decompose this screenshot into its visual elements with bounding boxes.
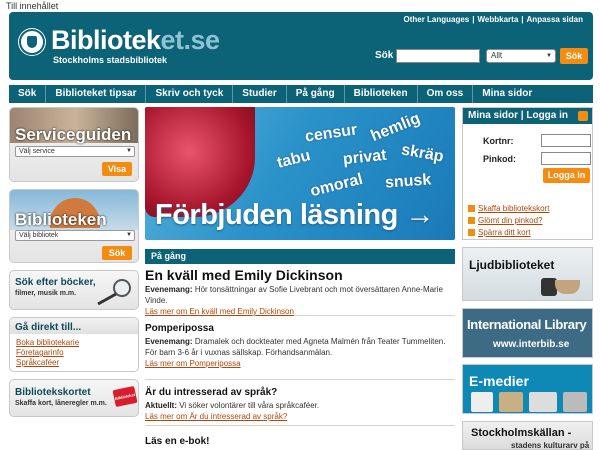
search-button[interactable]: Sök xyxy=(560,48,588,64)
sok-bocker-title: Sök efter böcker, xyxy=(15,277,96,288)
news-title[interactable]: Läs en e-bok! xyxy=(145,435,455,449)
ljud-title: Ljudbiblioteket xyxy=(469,258,555,272)
top-links: Other Languages | Webbkarta | Anpassa sidan xyxy=(403,15,583,24)
bibliotekskortet-box[interactable]: Bibliotekskortet Skaffa kort, låneregler… xyxy=(9,379,139,417)
nav-skriv-och-tyck[interactable]: Skriv och tyck xyxy=(146,85,234,103)
other-languages-link[interactable]: Other Languages xyxy=(403,15,469,24)
pin-label: Pinkod: xyxy=(483,154,516,164)
stk-title: Stockholmskällan - xyxy=(471,427,572,439)
nav-biblioteket-tipsar[interactable]: Biblioteket tipsar xyxy=(46,85,147,103)
card-number-label: Kortnr: xyxy=(483,136,514,146)
bibliotek-sok-button[interactable]: Sök xyxy=(102,246,132,260)
news-title[interactable]: Är du intresserad av språk? xyxy=(145,386,455,400)
pa-gang-heading: På gång xyxy=(145,249,455,264)
ga-direkt-title: Gå direkt till... xyxy=(15,322,82,333)
news-item: Pomperipossa Evenemang: Dramalek och doc… xyxy=(145,322,455,380)
chevron-down-icon: ▼ xyxy=(546,53,552,59)
banner-headline: Förbjuden läsning → xyxy=(155,199,434,231)
skip-to-content-link[interactable]: Till innehållet xyxy=(6,1,58,11)
news-title[interactable]: Pomperipossa xyxy=(145,322,455,336)
site-logo[interactable]: Biblioteket.se xyxy=(51,26,220,54)
webbkarta-link[interactable]: Webbkarta xyxy=(478,15,519,24)
news-read-more-link[interactable]: Läs mer om Pomperipossa xyxy=(145,359,241,368)
bibliotekskortet-title: Bibliotekskortet xyxy=(15,387,91,398)
news-read-more-link[interactable]: Läs mer om En kväll med Emily Dickinson xyxy=(145,307,294,316)
sprakcafeer-link[interactable]: Språkcaféer xyxy=(16,358,59,367)
search-scope-select[interactable]: Allt ▼ xyxy=(486,49,556,63)
cup-icon xyxy=(555,280,580,294)
intl-url: www.interbib.se xyxy=(493,339,570,350)
site-header: Other Languages | Webbkarta | Anpassa sidan … xyxy=(9,12,593,80)
service-select[interactable]: Välj service ▼ xyxy=(15,146,135,157)
pin-input[interactable] xyxy=(541,152,591,165)
nav-studier[interactable]: Studier xyxy=(233,85,287,103)
sok-bocker-box[interactable]: Sök efter böcker, filmer, musik m.m. xyxy=(9,270,139,310)
visa-button[interactable]: Visa xyxy=(102,162,132,176)
login-link[interactable]: Skaffa bibliotekskort xyxy=(468,204,549,213)
serviceguiden-box: Serviceguiden Välj service ▼ Visa xyxy=(9,107,139,182)
laptop-icon xyxy=(563,392,587,412)
serviceguiden-title: Serviceguiden xyxy=(15,125,132,144)
login-link[interactable]: Spärra ditt kort xyxy=(468,228,530,237)
main-nav: Sök Biblioteket tipsar Skriv och tyck St… xyxy=(9,85,593,103)
news-item: Är du intresserad av språk? Aktuellt: Vi… xyxy=(145,386,455,426)
biblioteken-box: Biblioteken Välj bibliotek ▼ Sök xyxy=(9,189,139,263)
banner-word: tabu xyxy=(275,147,313,172)
bullet-icon xyxy=(468,217,475,224)
news-item: Läs en e-bok! xyxy=(145,435,455,450)
ljudbiblioteket-promo[interactable]: Ljudbiblioteket xyxy=(462,247,593,301)
biblioteken-title: Biblioteken xyxy=(15,210,107,229)
sok-bocker-sub: filmer, musik m.m. xyxy=(15,290,77,297)
foretagarinfo-link[interactable]: Företagarinfo xyxy=(16,348,64,357)
anpassa-sidan-link[interactable]: Anpassa sidan xyxy=(527,15,583,24)
intl-title: International Library xyxy=(467,317,587,332)
stk-sub: stadens kulturarv på nätet xyxy=(511,441,590,450)
login-box: Mina sidor | Logga in Kortnr: Pinkod: Lo… xyxy=(462,107,593,240)
bullet-icon xyxy=(468,205,475,212)
hero-banner[interactable]: censur hemlig tabu privat skräp omoral s… xyxy=(145,107,455,240)
stockholmskallan-promo[interactable]: Stockholmskällan - stadens kulturarv på … xyxy=(462,421,593,450)
news-read-more-link[interactable]: Läs mer om Är du intresserad av språk? xyxy=(145,412,287,421)
login-link[interactable]: Glömt din pinkod? xyxy=(468,216,542,225)
search-input[interactable] xyxy=(396,49,480,63)
chevron-down-icon: ▼ xyxy=(126,148,132,154)
news-item: En kväll med Emily Dickinson Evenemang: … xyxy=(145,266,455,316)
banner-word: snusk xyxy=(384,171,432,192)
nav-om-oss[interactable]: Om oss xyxy=(418,85,474,103)
laptop-icon xyxy=(529,392,557,412)
magnifier-icon xyxy=(97,279,131,306)
nav-mina-sidor[interactable]: Mina sidor xyxy=(473,85,541,103)
banner-word: censur xyxy=(304,121,359,146)
emedier-title: E-medier xyxy=(469,373,529,389)
logo-subtitle: Stockholms stadsbibliotek xyxy=(53,55,168,65)
banner-word: omoral xyxy=(308,170,365,201)
bullet-icon xyxy=(468,229,475,236)
login-button[interactable]: Logga in xyxy=(543,168,590,183)
library-select[interactable]: Välj bibliotek ▼ xyxy=(15,230,135,241)
banner-word: hemlig xyxy=(368,109,423,146)
city-seal-icon[interactable] xyxy=(19,29,45,55)
bibliotekskortet-sub: Skaffa kort, låneregler m.m. xyxy=(15,400,107,407)
search-label: Sök xyxy=(375,50,394,61)
device-icon xyxy=(471,392,493,412)
nav-pa-gang[interactable]: På gång xyxy=(287,85,345,103)
international-library-promo[interactable]: International Library www.interbib.se xyxy=(462,308,593,358)
chevron-down-icon: ▼ xyxy=(126,232,132,238)
nav-biblioteken[interactable]: Biblioteken xyxy=(345,85,418,103)
card-number-input[interactable] xyxy=(541,134,591,147)
edit-icon[interactable] xyxy=(578,111,588,121)
book-icon xyxy=(499,392,523,412)
ga-direkt-box: Gå direkt till... Boka bibliotekarie För… xyxy=(9,317,139,372)
library-card-icon: Biblioteket xyxy=(112,385,138,408)
nav-sok[interactable]: Sök xyxy=(9,85,47,103)
banner-word: privat xyxy=(342,146,388,169)
news-title[interactable]: En kväll med Emily Dickinson xyxy=(145,266,455,284)
boka-bibliotekarie-link[interactable]: Boka bibliotekarie xyxy=(16,338,79,347)
e-medier-promo[interactable]: E-medier xyxy=(462,364,593,414)
banner-word: skräp xyxy=(399,141,445,166)
login-title[interactable]: Mina sidor | Logga in xyxy=(468,110,568,121)
